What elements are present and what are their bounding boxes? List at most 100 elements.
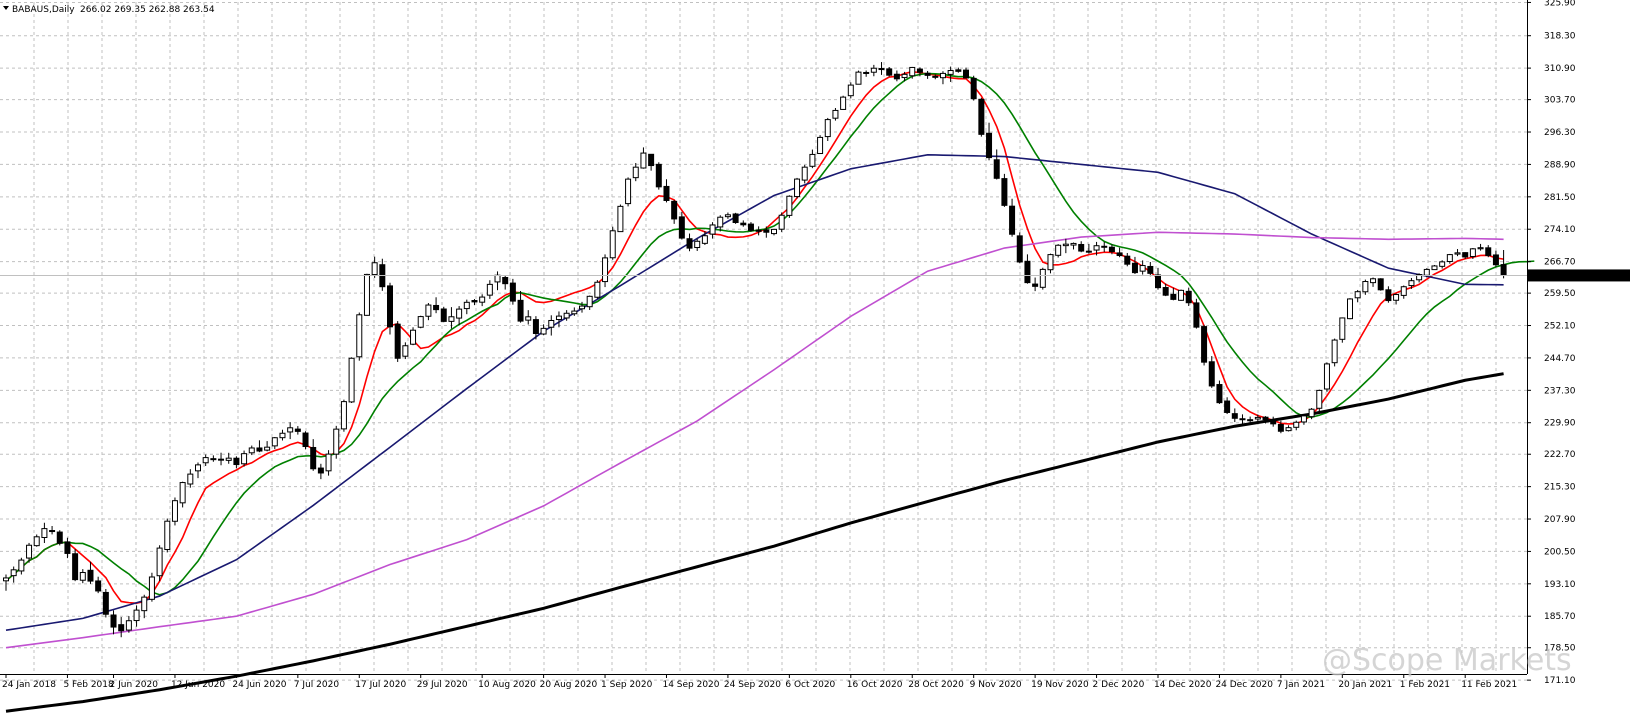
candle-body <box>141 596 148 612</box>
candle-body <box>433 304 440 311</box>
candle-body <box>663 185 670 201</box>
candle-body <box>1039 268 1046 288</box>
candle-body <box>909 66 916 77</box>
candle-body <box>18 559 25 572</box>
candle-body <box>340 401 347 430</box>
candle-body <box>148 576 155 600</box>
candle-body <box>970 77 977 100</box>
x-tick-label: 12 Jun 2020 <box>171 680 225 690</box>
candle-body <box>371 262 378 276</box>
candle <box>417 315 424 329</box>
chart-window[interactable]: 325.90 318.30 310.90 303.70 296.30 288.90 281.… <box>0 0 1630 727</box>
candle-body <box>579 305 585 310</box>
y-tick-label: 288.90 <box>1544 160 1576 170</box>
candle-body <box>978 98 985 135</box>
candle <box>655 162 662 190</box>
candle-body <box>671 200 678 220</box>
candle <box>302 431 309 450</box>
candle <box>886 67 893 77</box>
candle-body <box>786 195 793 216</box>
candle-body <box>1016 235 1023 263</box>
candle-body <box>1462 252 1469 258</box>
candle-body <box>294 428 301 432</box>
candle-body <box>156 547 163 577</box>
candle-body <box>586 295 593 308</box>
watermark: @Scope Markets <box>1322 643 1572 678</box>
candle-body <box>1101 245 1108 248</box>
candle-body <box>847 84 854 97</box>
candle-body <box>49 530 56 533</box>
candle <box>732 212 739 224</box>
candle-body <box>1208 361 1215 387</box>
candle-body <box>95 580 102 592</box>
candle-body <box>747 223 754 231</box>
candle <box>840 95 847 110</box>
price-chart[interactable]: 325.90 318.30 310.90 303.70 296.30 288.90 281.… <box>0 0 1630 727</box>
watermark-text: @Scope Markets <box>1322 643 1572 678</box>
candle-body <box>1385 289 1392 302</box>
candle <box>164 518 171 553</box>
candle-body <box>1323 363 1330 390</box>
candle-body <box>525 316 532 321</box>
candle-body <box>540 327 547 335</box>
candle-body <box>1224 400 1231 413</box>
x-tick-label: 6 Oct 2020 <box>785 680 835 690</box>
x-tick-label: 24 Jan 2018 <box>2 680 56 690</box>
y-tick-label: 281.50 <box>1544 193 1576 203</box>
candle-body <box>724 214 731 218</box>
x-tick-label: 24 Sep 2020 <box>724 680 781 690</box>
candle-body <box>986 132 993 159</box>
candle-body <box>886 68 893 76</box>
y-tick-label: 318.30 <box>1544 32 1576 42</box>
x-tick-label: 7 Jan 2021 <box>1277 680 1325 690</box>
candle <box>387 282 393 335</box>
x-tick-label: 14 Dec 2020 <box>1154 680 1212 690</box>
x-tick-label: 2 Jun 2020 <box>110 680 159 690</box>
candle <box>794 177 801 199</box>
last-price-tag: 263.54 <box>1528 269 1630 282</box>
candle-body <box>1393 294 1400 301</box>
candle <box>148 572 155 602</box>
candle <box>333 425 340 459</box>
candle-body <box>471 300 478 303</box>
candle-body <box>479 296 486 303</box>
candle <box>1178 289 1185 301</box>
candle-body <box>824 119 831 138</box>
candle-body <box>916 68 923 73</box>
candle-body <box>1316 389 1323 409</box>
candle-body <box>333 428 340 455</box>
x-tick-label: 24 Jun 2020 <box>232 680 286 690</box>
y-tick-label: 222.70 <box>1544 450 1576 460</box>
candle-body <box>287 427 294 433</box>
candle-body <box>1347 298 1353 320</box>
candle-body <box>594 281 601 298</box>
candle-body <box>855 71 862 85</box>
y-tick-label: 259.50 <box>1544 289 1576 299</box>
candle-body <box>271 437 278 447</box>
candle <box>1055 244 1062 258</box>
candle-body <box>939 72 946 79</box>
candle-body <box>256 447 263 452</box>
candle <box>56 530 63 546</box>
candle-body <box>1231 413 1238 419</box>
candle-body <box>317 467 324 474</box>
candle <box>1316 389 1323 412</box>
candle-body <box>1377 278 1384 291</box>
candle-body <box>233 457 240 466</box>
y-tick-label: 244.70 <box>1544 354 1576 364</box>
candle-body <box>1116 252 1123 257</box>
candle <box>348 357 355 404</box>
candle-body <box>72 553 79 581</box>
candle-body <box>394 323 401 359</box>
candle-body <box>125 620 132 631</box>
x-tick-label: 7 Jul 2020 <box>294 680 339 690</box>
candle-body <box>1193 302 1200 328</box>
candle-body <box>1001 178 1008 206</box>
x-tick-label: 2 Dec 2020 <box>1093 680 1145 690</box>
candle-body <box>1239 418 1246 421</box>
candle-body <box>901 73 908 79</box>
candle-body <box>870 67 877 73</box>
candle-body <box>56 531 63 544</box>
candle-body <box>640 152 647 169</box>
x-tick-label: 10 Aug 2020 <box>478 680 536 690</box>
